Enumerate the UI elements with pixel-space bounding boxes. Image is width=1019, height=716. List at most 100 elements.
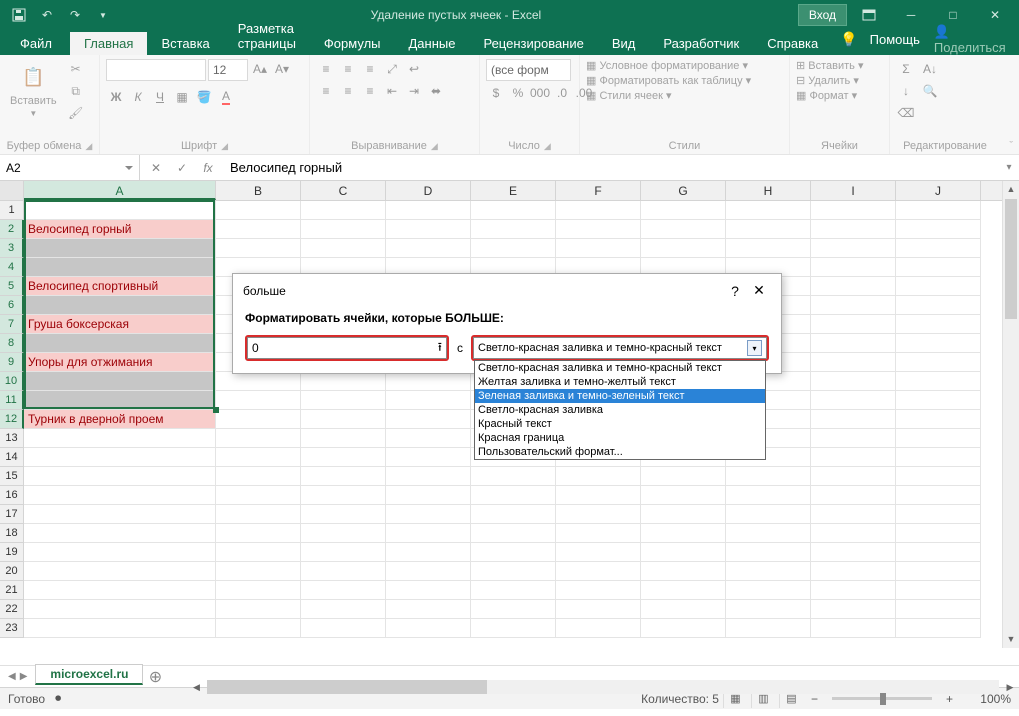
cell-C11[interactable]	[301, 391, 386, 410]
cell-J3[interactable]	[896, 239, 981, 258]
cell-A9[interactable]: Упоры для отжимания	[24, 353, 216, 372]
column-header-J[interactable]: J	[896, 181, 981, 200]
row-header-15[interactable]: 15	[0, 467, 24, 486]
add-sheet-icon[interactable]: ⊕	[143, 666, 167, 688]
cell-B12[interactable]	[216, 410, 301, 429]
cell-I14[interactable]	[811, 448, 896, 467]
cell-A4[interactable]	[24, 258, 216, 277]
cell-G21[interactable]	[641, 581, 726, 600]
dialog-format-select[interactable]: Светло-красная заливка и темно-красный т…	[473, 337, 767, 359]
cell-D1[interactable]	[386, 201, 471, 220]
paste-button[interactable]: 📋 Вставить ▼	[6, 59, 61, 120]
cell-H19[interactable]	[726, 543, 811, 562]
clipboard-launcher-icon[interactable]: ◢	[85, 141, 92, 152]
fx-icon[interactable]: fx	[196, 157, 220, 179]
row-header-13[interactable]: 13	[0, 429, 24, 448]
cell-J10[interactable]	[896, 372, 981, 391]
align-middle-icon[interactable]: ≡	[338, 59, 358, 79]
cell-E21[interactable]	[471, 581, 556, 600]
row-header-16[interactable]: 16	[0, 486, 24, 505]
cell-J2[interactable]	[896, 220, 981, 239]
row-header-18[interactable]: 18	[0, 524, 24, 543]
tell-me[interactable]: Помощь	[866, 28, 924, 51]
cell-J11[interactable]	[896, 391, 981, 410]
collapse-ribbon-icon[interactable]: ˇ	[1009, 140, 1013, 152]
wrap-text-icon[interactable]: ↩	[404, 59, 424, 79]
alignment-launcher-icon[interactable]: ◢	[431, 141, 438, 152]
align-left-icon[interactable]: ≡	[316, 81, 336, 101]
bold-icon[interactable]: Ж	[106, 87, 126, 107]
cell-B19[interactable]	[216, 543, 301, 562]
cell-D18[interactable]	[386, 524, 471, 543]
cell-D13[interactable]	[386, 429, 471, 448]
cell-E20[interactable]	[471, 562, 556, 581]
cell-B20[interactable]	[216, 562, 301, 581]
cell-E1[interactable]	[471, 201, 556, 220]
cell-G2[interactable]	[641, 220, 726, 239]
delete-cells-button[interactable]: ⊟ Удалить ▾	[796, 74, 859, 87]
row-header-6[interactable]: 6	[0, 296, 24, 315]
cell-C16[interactable]	[301, 486, 386, 505]
row-header-14[interactable]: 14	[0, 448, 24, 467]
cell-H23[interactable]	[726, 619, 811, 638]
cell-D11[interactable]	[386, 391, 471, 410]
cell-H16[interactable]	[726, 486, 811, 505]
merge-icon[interactable]: ⬌	[426, 81, 446, 101]
name-box[interactable]: A2	[0, 155, 140, 180]
signin-button[interactable]: Вход	[798, 4, 847, 26]
cancel-formula-icon[interactable]: ✕	[144, 157, 168, 179]
zoom-out-icon[interactable]: −	[807, 692, 822, 706]
vertical-scrollbar[interactable]: ▲ ▼	[1002, 181, 1019, 648]
cell-I21[interactable]	[811, 581, 896, 600]
row-header-3[interactable]: 3	[0, 239, 24, 258]
tab-home[interactable]: Главная	[70, 32, 147, 55]
cell-A8[interactable]	[24, 334, 216, 353]
cell-F17[interactable]	[556, 505, 641, 524]
cell-G3[interactable]	[641, 239, 726, 258]
cell-D12[interactable]	[386, 410, 471, 429]
cell-G15[interactable]	[641, 467, 726, 486]
cell-E23[interactable]	[471, 619, 556, 638]
cell-I6[interactable]	[811, 296, 896, 315]
border-icon[interactable]: ▦	[172, 87, 192, 107]
column-header-A[interactable]: A	[24, 181, 216, 200]
cell-A18[interactable]	[24, 524, 216, 543]
cell-D17[interactable]	[386, 505, 471, 524]
cell-I7[interactable]	[811, 315, 896, 334]
indent-dec-icon[interactable]: ⇤	[382, 81, 402, 101]
cell-A13[interactable]	[24, 429, 216, 448]
cell-G23[interactable]	[641, 619, 726, 638]
cell-A10[interactable]	[24, 372, 216, 391]
cell-C22[interactable]	[301, 600, 386, 619]
cell-B10[interactable]	[216, 372, 301, 391]
row-header-5[interactable]: 5	[0, 277, 24, 296]
cell-H18[interactable]	[726, 524, 811, 543]
cell-I22[interactable]	[811, 600, 896, 619]
cell-G20[interactable]	[641, 562, 726, 581]
cell-H1[interactable]	[726, 201, 811, 220]
dropdown-option[interactable]: Красная граница	[475, 431, 765, 445]
currency-icon[interactable]: $	[486, 83, 506, 103]
cell-A12[interactable]: Турник в дверной проем	[24, 410, 216, 429]
cell-G22[interactable]	[641, 600, 726, 619]
percent-icon[interactable]: %	[508, 83, 528, 103]
tab-file[interactable]: Файл	[2, 32, 70, 55]
dropdown-option[interactable]: Желтая заливка и темно-желтый текст	[475, 375, 765, 389]
format-cells-button[interactable]: ▦ Формат ▾	[796, 89, 857, 102]
copy-icon[interactable]: ⧉	[65, 81, 87, 101]
cell-C3[interactable]	[301, 239, 386, 258]
cell-F2[interactable]	[556, 220, 641, 239]
range-picker-icon[interactable]: ⭱	[438, 338, 442, 359]
cell-B16[interactable]	[216, 486, 301, 505]
hscroll-thumb[interactable]	[207, 680, 487, 694]
align-bottom-icon[interactable]: ≡	[360, 59, 380, 79]
dialog-close-icon[interactable]: ✕	[747, 282, 771, 299]
cell-G1[interactable]	[641, 201, 726, 220]
cell-I23[interactable]	[811, 619, 896, 638]
column-header-E[interactable]: E	[471, 181, 556, 200]
tab-view[interactable]: Вид	[598, 32, 650, 55]
font-color-icon[interactable]: A	[216, 87, 236, 107]
cell-A14[interactable]	[24, 448, 216, 467]
cell-I20[interactable]	[811, 562, 896, 581]
chevron-down-icon[interactable]: ▾	[747, 340, 762, 356]
